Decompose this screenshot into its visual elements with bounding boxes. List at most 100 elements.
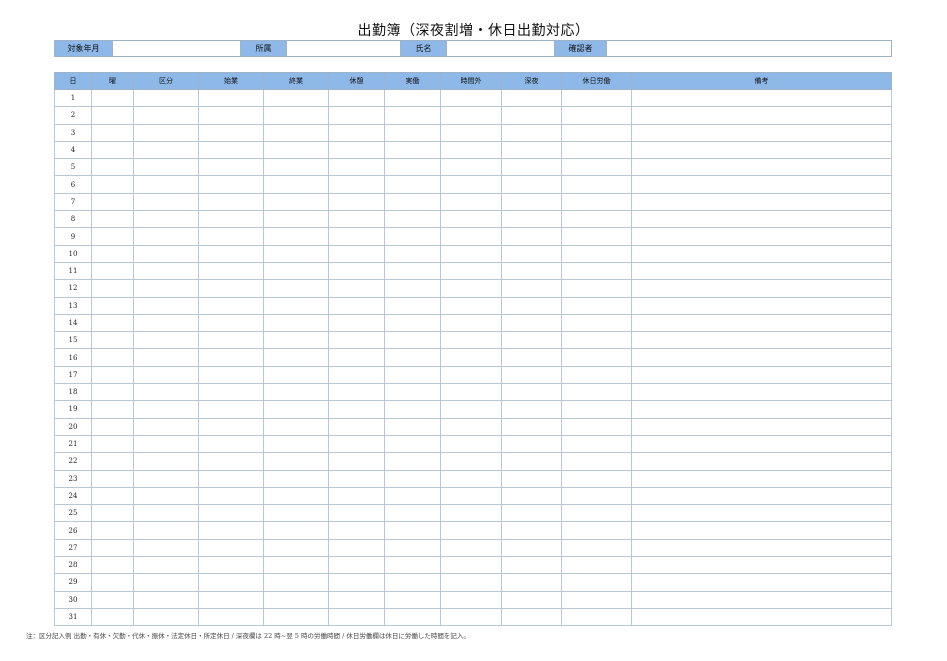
overtime-cell[interactable] — [440, 538, 502, 558]
end-cell[interactable] — [263, 365, 329, 385]
category-cell[interactable] — [133, 175, 199, 194]
weekday-cell[interactable] — [91, 590, 134, 609]
worked-cell[interactable] — [384, 313, 441, 333]
end-cell[interactable] — [263, 469, 329, 488]
holiday-work-cell[interactable] — [561, 210, 632, 229]
worked-cell[interactable] — [384, 192, 441, 212]
holiday-work-cell[interactable] — [561, 607, 632, 627]
end-cell[interactable] — [263, 158, 329, 177]
night-cell[interactable] — [501, 383, 562, 402]
end-cell[interactable] — [263, 400, 329, 419]
night-cell[interactable] — [501, 192, 562, 212]
night-cell[interactable] — [501, 538, 562, 558]
category-cell[interactable] — [133, 365, 199, 385]
break-cell[interactable] — [328, 210, 385, 229]
end-cell[interactable] — [263, 244, 329, 263]
end-cell[interactable] — [263, 175, 329, 194]
worked-cell[interactable] — [384, 365, 441, 385]
holiday-work-cell[interactable] — [561, 573, 632, 592]
holiday-work-cell[interactable] — [561, 296, 632, 315]
weekday-cell[interactable] — [91, 365, 134, 385]
start-cell[interactable] — [198, 504, 264, 523]
worked-cell[interactable] — [384, 140, 441, 160]
remarks-cell[interactable] — [631, 521, 892, 540]
end-cell[interactable] — [263, 538, 329, 558]
start-cell[interactable] — [198, 365, 264, 385]
category-cell[interactable] — [133, 158, 199, 177]
holiday-work-cell[interactable] — [561, 331, 632, 350]
weekday-cell[interactable] — [91, 469, 134, 488]
remarks-cell[interactable] — [631, 313, 892, 333]
start-cell[interactable] — [198, 400, 264, 419]
break-cell[interactable] — [328, 469, 385, 488]
night-cell[interactable] — [501, 88, 562, 108]
weekday-cell[interactable] — [91, 521, 134, 540]
worked-cell[interactable] — [384, 452, 441, 471]
end-cell[interactable] — [263, 573, 329, 592]
category-cell[interactable] — [133, 383, 199, 402]
start-cell[interactable] — [198, 210, 264, 229]
start-cell[interactable] — [198, 175, 264, 194]
holiday-work-cell[interactable] — [561, 365, 632, 385]
overtime-cell[interactable] — [440, 210, 502, 229]
start-cell[interactable] — [198, 469, 264, 488]
overtime-cell[interactable] — [440, 192, 502, 212]
weekday-cell[interactable] — [91, 573, 134, 592]
night-cell[interactable] — [501, 261, 562, 281]
worked-cell[interactable] — [384, 573, 441, 592]
holiday-work-cell[interactable] — [561, 158, 632, 177]
category-cell[interactable] — [133, 296, 199, 315]
remarks-cell[interactable] — [631, 210, 892, 229]
night-cell[interactable] — [501, 227, 562, 246]
weekday-cell[interactable] — [91, 556, 134, 575]
night-cell[interactable] — [501, 434, 562, 454]
overtime-cell[interactable] — [440, 106, 502, 125]
overtime-cell[interactable] — [440, 158, 502, 177]
holiday-work-cell[interactable] — [561, 469, 632, 488]
night-cell[interactable] — [501, 158, 562, 177]
weekday-cell[interactable] — [91, 88, 134, 108]
worked-cell[interactable] — [384, 261, 441, 281]
category-cell[interactable] — [133, 348, 199, 367]
start-cell[interactable] — [198, 158, 264, 177]
overtime-cell[interactable] — [440, 227, 502, 246]
remarks-cell[interactable] — [631, 365, 892, 385]
worked-cell[interactable] — [384, 175, 441, 194]
start-cell[interactable] — [198, 244, 264, 263]
end-cell[interactable] — [263, 123, 329, 142]
worked-cell[interactable] — [384, 400, 441, 419]
remarks-cell[interactable] — [631, 469, 892, 488]
end-cell[interactable] — [263, 140, 329, 160]
overtime-cell[interactable] — [440, 365, 502, 385]
worked-cell[interactable] — [384, 88, 441, 108]
start-cell[interactable] — [198, 140, 264, 160]
weekday-cell[interactable] — [91, 313, 134, 333]
remarks-cell[interactable] — [631, 348, 892, 367]
start-cell[interactable] — [198, 123, 264, 142]
remarks-cell[interactable] — [631, 296, 892, 315]
end-cell[interactable] — [263, 227, 329, 246]
start-cell[interactable] — [198, 279, 264, 298]
end-cell[interactable] — [263, 504, 329, 523]
overtime-cell[interactable] — [440, 590, 502, 609]
category-cell[interactable] — [133, 261, 199, 281]
start-cell[interactable] — [198, 383, 264, 402]
weekday-cell[interactable] — [91, 417, 134, 436]
weekday-cell[interactable] — [91, 331, 134, 350]
category-cell[interactable] — [133, 123, 199, 142]
overtime-cell[interactable] — [440, 175, 502, 194]
holiday-work-cell[interactable] — [561, 521, 632, 540]
overtime-cell[interactable] — [440, 296, 502, 315]
start-cell[interactable] — [198, 538, 264, 558]
remarks-cell[interactable] — [631, 400, 892, 419]
start-cell[interactable] — [198, 331, 264, 350]
remarks-cell[interactable] — [631, 158, 892, 177]
worked-cell[interactable] — [384, 296, 441, 315]
start-cell[interactable] — [198, 88, 264, 108]
break-cell[interactable] — [328, 607, 385, 627]
category-cell[interactable] — [133, 88, 199, 108]
remarks-cell[interactable] — [631, 106, 892, 125]
start-cell[interactable] — [198, 313, 264, 333]
weekday-cell[interactable] — [91, 175, 134, 194]
end-cell[interactable] — [263, 434, 329, 454]
